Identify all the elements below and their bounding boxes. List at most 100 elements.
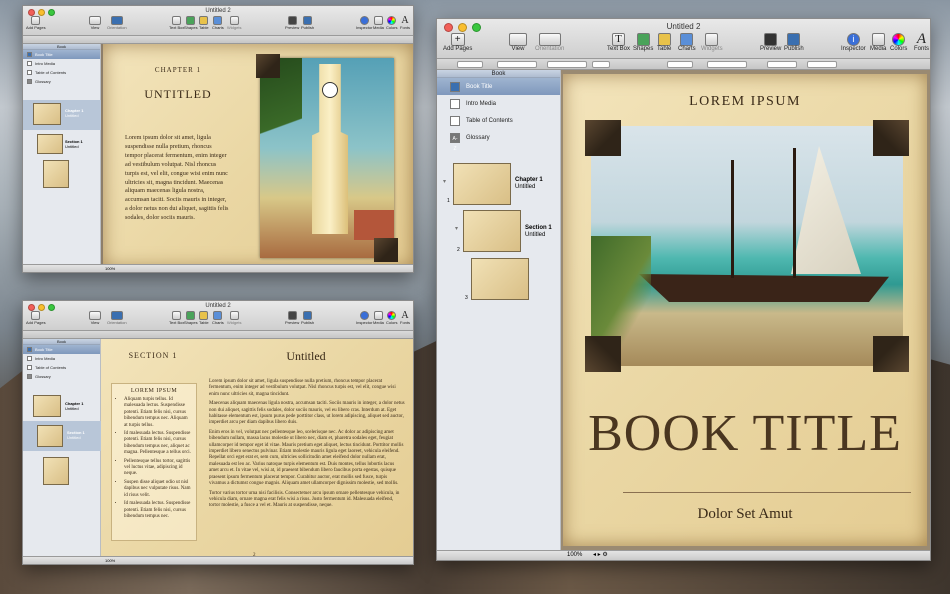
- media-button[interactable]: Media: [373, 16, 384, 30]
- publish-icon: [303, 16, 313, 25]
- chapter-thumb-row[interactable]: Chapter 1 Untitled: [23, 100, 101, 130]
- publish-button[interactable]: Publish: [301, 311, 314, 325]
- inspector-button[interactable]: Inspector: [356, 311, 372, 325]
- sidebar-item-glossary[interactable]: A-Z Glossary: [437, 129, 560, 152]
- sidebar-item-toc[interactable]: Table of Contents: [437, 112, 560, 129]
- preview-button[interactable]: Preview: [760, 33, 781, 52]
- section-thumbnail[interactable]: [463, 210, 521, 252]
- preview-button[interactable]: Preview: [285, 311, 299, 325]
- style-dropdown[interactable]: [457, 61, 483, 68]
- disclosure-triangle[interactable]: ▾: [443, 178, 446, 185]
- window-toolbar: Untitled 2 Add Pages View Orientation Te…: [23, 301, 413, 331]
- canvas: Section 1 Untitled Lorem Ipsum Aliquam t…: [101, 339, 413, 563]
- orientation-button[interactable]: Orientation: [535, 33, 564, 52]
- text-box-button[interactable]: T Text Box: [607, 33, 630, 52]
- media-button[interactable]: Media: [373, 311, 384, 325]
- sidebar-item-toc[interactable]: Table of Contents: [23, 363, 100, 372]
- table-button[interactable]: Table: [657, 33, 671, 52]
- page-3-thumbnail[interactable]: [471, 258, 529, 300]
- sidebar-item-intro-media[interactable]: Intro Media: [23, 59, 100, 68]
- page-3-thumbnail[interactable]: [43, 457, 69, 485]
- chapter-thumbnail[interactable]: [33, 103, 61, 125]
- chapter-thumbnail[interactable]: [33, 395, 61, 417]
- bullet-item: Aliquam turpis tellus. Id malesuada lect…: [124, 397, 192, 429]
- fonts-button[interactable]: A Fonts: [400, 311, 410, 326]
- sidebar-item-book-title[interactable]: Book Title: [23, 345, 100, 354]
- colors-button[interactable]: Colors: [386, 16, 398, 30]
- shapes-button[interactable]: Shapes: [184, 16, 198, 30]
- view-button[interactable]: View: [89, 16, 101, 30]
- chapter-page[interactable]: Chapter 1 Untitled Lorem ipsum dolor sit…: [103, 44, 413, 268]
- list-style-dropdown[interactable]: [807, 61, 837, 68]
- page-3-thumbnail[interactable]: [43, 160, 69, 188]
- charts-button[interactable]: Charts: [678, 33, 696, 52]
- section-thumbnail[interactable]: [37, 134, 63, 154]
- sidebar-item-intro-media[interactable]: Intro Media: [23, 354, 100, 363]
- fonts-icon: A: [916, 31, 927, 47]
- table-button[interactable]: Table: [199, 16, 209, 30]
- sidebar-item-book-title[interactable]: Book Title: [437, 78, 560, 95]
- colors-button[interactable]: Colors: [890, 33, 907, 52]
- media-button[interactable]: Media: [870, 33, 886, 52]
- section-page[interactable]: Section 1 Untitled Lorem Ipsum Aliquam t…: [101, 339, 413, 563]
- view-button[interactable]: View: [509, 33, 527, 52]
- sidebar-item-glossary[interactable]: Glossary: [23, 77, 100, 86]
- shapes-button[interactable]: Shapes: [633, 33, 653, 52]
- text-box-button[interactable]: Text Box: [169, 311, 184, 325]
- colors-button[interactable]: Colors: [386, 311, 398, 325]
- orientation-button[interactable]: Orientation: [107, 311, 127, 325]
- fonts-button[interactable]: A Fonts: [914, 31, 929, 53]
- zoom-level[interactable]: 100%: [105, 266, 115, 271]
- ship-mast: [793, 148, 796, 278]
- spacing-dropdown[interactable]: [767, 61, 797, 68]
- alignment-group[interactable]: [707, 61, 747, 68]
- zoom-level[interactable]: 100%: [567, 552, 582, 558]
- publish-button[interactable]: Publish: [301, 16, 314, 30]
- ship-sails: [791, 146, 861, 274]
- section-thumb-row[interactable]: Section 1 Untitled: [23, 421, 101, 451]
- cover-page[interactable]: Lorem Ipsum Book Title Dolor Set Amut: [563, 74, 927, 546]
- chapter-untitled: Untitled: [65, 113, 79, 118]
- sidebar-item-book-title[interactable]: Book Title: [23, 50, 100, 59]
- add-icon: [31, 311, 41, 320]
- preview-button[interactable]: Preview: [285, 16, 299, 30]
- chapter-thumbnail[interactable]: [453, 163, 511, 205]
- chapter-label: Chapter 1: [515, 177, 543, 183]
- inspector-button[interactable]: Inspector: [356, 16, 372, 30]
- disclosure-triangle[interactable]: ▾: [455, 225, 458, 232]
- orientation-icon: [110, 311, 123, 320]
- add-pages-button[interactable]: + Add Pages: [443, 33, 472, 52]
- table-button[interactable]: Table: [199, 311, 209, 325]
- zoom-level[interactable]: 100%: [105, 558, 115, 563]
- section-body: Lorem ipsum dolor sit amet, ligula suspe…: [209, 379, 405, 510]
- typeface-dropdown[interactable]: [547, 61, 587, 68]
- book-icon: [450, 81, 460, 92]
- fonts-button[interactable]: A Fonts: [400, 16, 410, 31]
- widgets-button[interactable]: Widgets: [227, 16, 241, 30]
- section-thumbnail[interactable]: [37, 425, 63, 447]
- inspector-button[interactable]: i Inspector: [841, 33, 866, 52]
- glossary-icon: A-Z: [450, 132, 460, 152]
- book-icon: [27, 347, 32, 352]
- font-size-field[interactable]: [592, 61, 610, 68]
- shapes-button[interactable]: Shapes: [184, 311, 198, 325]
- widgets-button[interactable]: Widgets: [701, 33, 723, 52]
- publish-button[interactable]: Publish: [784, 33, 804, 52]
- add-pages-button[interactable]: Add Pages: [26, 311, 46, 325]
- sidebar: Book Book Title Intro Media Table of Con…: [23, 44, 101, 264]
- book-icon: [27, 52, 32, 57]
- charts-button[interactable]: Charts: [212, 311, 224, 325]
- bold-italic-group[interactable]: [667, 61, 693, 68]
- view-button[interactable]: View: [89, 311, 101, 325]
- sidebar-item-toc[interactable]: Table of Contents: [23, 68, 100, 77]
- charts-button[interactable]: Charts: [212, 16, 224, 30]
- add-icon: [31, 16, 41, 25]
- orientation-button[interactable]: Orientation: [107, 16, 127, 30]
- sidebar-item-intro-media[interactable]: Intro Media: [437, 95, 560, 112]
- font-dropdown[interactable]: [497, 61, 537, 68]
- sidebar-item-glossary[interactable]: Glossary: [23, 372, 100, 381]
- text-box-button[interactable]: Text Box: [169, 16, 184, 30]
- widgets-button[interactable]: Widgets: [227, 311, 241, 325]
- add-pages-button[interactable]: Add Pages: [26, 16, 46, 30]
- page-nav-arrows[interactable]: ◂ ▸ ⚙: [593, 551, 608, 558]
